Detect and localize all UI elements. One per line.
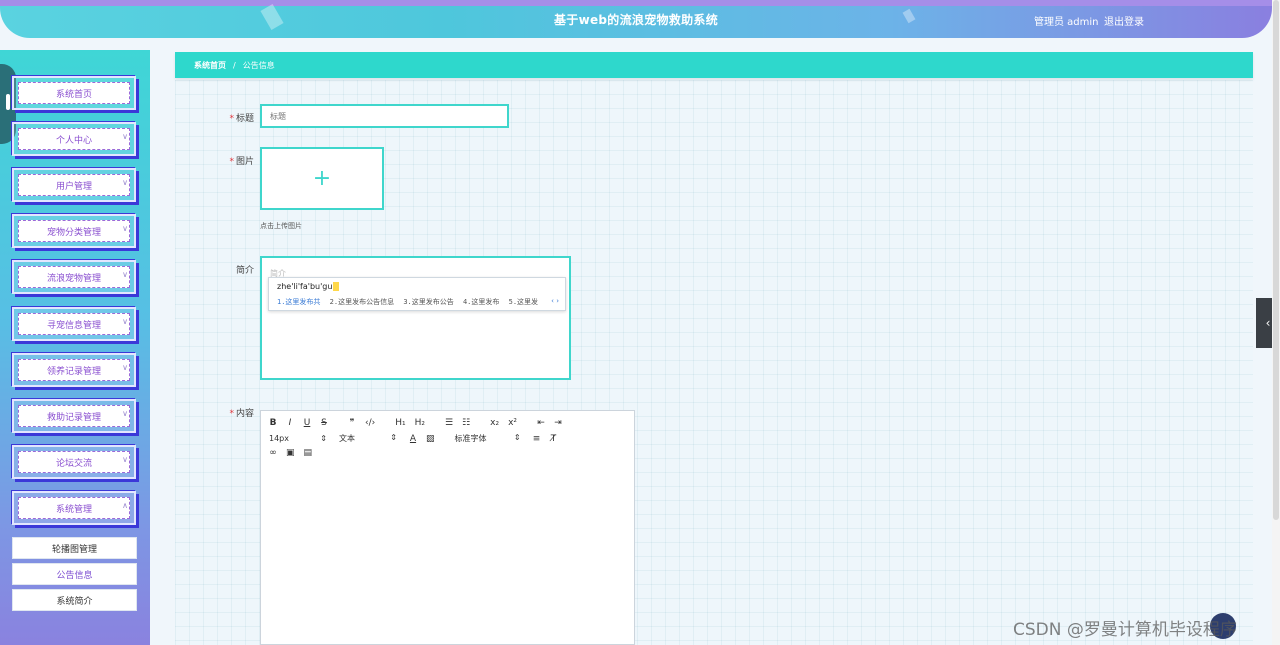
ime-candidate[interactable]: 2.这里发布公告信息 — [330, 298, 394, 306]
sidebar-item-label: 流浪宠物管理 — [46, 273, 101, 284]
image-upload-button[interactable]: + — [260, 147, 384, 210]
sidebar-item-forum[interactable]: 论坛交流 ∨ — [12, 445, 136, 479]
chevron-down-icon: ∨ — [122, 224, 128, 233]
subscript-icon[interactable]: x₂ — [490, 418, 499, 428]
current-user: 管理员 admin — [1034, 17, 1099, 28]
scrollbar[interactable] — [1272, 0, 1280, 645]
content-label: * 内容 — [229, 409, 254, 419]
dropdown-arrow-icon: ⇕ — [320, 434, 327, 443]
font-size-select[interactable]: 14px ⇕ — [269, 434, 327, 443]
ime-candidate-popup: zhe'li'fa'bu'gu 1.这里发布共 2.这里发布公告信息 3.这里发… — [268, 277, 566, 311]
chevron-down-icon: ∨ — [122, 270, 128, 279]
superscript-icon[interactable]: x² — [508, 418, 517, 428]
code-block-icon[interactable]: ‹/› — [365, 418, 375, 428]
heading-2-icon[interactable]: H₂ — [415, 418, 425, 428]
ime-candidate[interactable]: 1.这里发布共 — [277, 298, 320, 306]
breadcrumb-separator: / — [233, 60, 236, 70]
sidebar-subitem-carousel[interactable]: 轮播图管理 — [12, 537, 137, 559]
intro-label: 简介 — [235, 266, 254, 276]
chevron-left-icon: ‹ — [1265, 316, 1271, 330]
underline-icon[interactable]: U — [303, 418, 311, 428]
sidebar-subitem-announcements[interactable]: 公告信息 — [12, 563, 137, 585]
ordered-list-icon[interactable]: ☰ — [445, 418, 453, 428]
title-input[interactable] — [260, 104, 509, 128]
chevron-down-icon: ∨ — [122, 317, 128, 326]
background-color-icon[interactable]: ▨ — [426, 434, 435, 444]
chevron-down-icon: ∨ — [122, 455, 128, 464]
indent-icon[interactable]: ⇥ — [554, 418, 562, 428]
font-family-select[interactable]: 标准字体 ⇕ — [455, 433, 521, 444]
sidebar-item-stray-pets[interactable]: 流浪宠物管理 ∨ — [12, 260, 136, 294]
chevron-up-icon: ∧ — [122, 501, 128, 510]
sidebar-item-label: 救助记录管理 — [46, 412, 101, 423]
sidebar-item-label: 领养记录管理 — [46, 366, 101, 377]
sidebar-subitem-label: 系统简介 — [56, 596, 93, 607]
intro-textarea[interactable]: 简介 — [260, 256, 571, 380]
chevron-down-icon: ∨ — [122, 409, 128, 418]
ime-candidate[interactable]: 5.这里发 — [509, 298, 538, 306]
sidebar-item-label: 寻宠信息管理 — [46, 320, 101, 331]
editor-toolbar-row-3: ∞ ▣ ▤ — [269, 448, 321, 458]
strikethrough-icon[interactable]: S — [320, 418, 328, 428]
link-icon[interactable]: ∞ — [269, 448, 277, 458]
chevron-down-icon: ∨ — [122, 178, 128, 187]
image-label: * 图片 — [229, 157, 254, 167]
sidebar-item-label: 宠物分类管理 — [46, 227, 101, 238]
image-icon[interactable]: ▣ — [286, 448, 295, 458]
sidebar-item-pet-category[interactable]: 宠物分类管理 ∨ — [12, 214, 136, 248]
sidebar-item-rescue-records[interactable]: 救助记录管理 ∨ — [12, 399, 136, 433]
sidebar-item-label: 用户管理 — [55, 181, 92, 192]
heading-1-icon[interactable]: H₁ — [395, 418, 405, 428]
breadcrumb-current: 公告信息 — [242, 60, 275, 70]
sidebar-subitem-label: 公告信息 — [56, 570, 93, 581]
align-icon[interactable]: ≡ — [533, 434, 541, 444]
sidebar-item-system-management[interactable]: 系统管理 ∧ — [12, 491, 136, 525]
chevron-down-icon: ∨ — [122, 132, 128, 141]
header-select[interactable]: 文本 ⇕ — [339, 433, 397, 444]
sidebar-subitem-system-intro[interactable]: 系统简介 — [12, 589, 137, 611]
sidebar-item-adoption-records[interactable]: 领养记录管理 ∨ — [12, 353, 136, 387]
sidebar-item-home[interactable]: 系统首页 — [12, 76, 136, 110]
bullet-list-icon[interactable]: ☷ — [462, 418, 470, 428]
chevron-down-icon: ∨ — [122, 363, 128, 372]
clear-format-icon[interactable]: T̸ — [550, 434, 558, 444]
dropdown-arrow-icon: ⇕ — [390, 433, 397, 442]
logout-link[interactable]: 退出登录 — [1104, 13, 1144, 28]
breadcrumb-home[interactable]: 系统首页 — [194, 60, 226, 71]
editor-toolbar-row-1: B I U S ❞ ‹/› H₁ H₂ ☰ ☷ x₂ x² ⇤ ⇥ — [269, 418, 571, 428]
ime-candidate[interactable]: 3.这里发布公告 — [403, 298, 453, 306]
sidebar-item-label: 系统首页 — [55, 89, 92, 100]
sidebar-item-lost-pet-info[interactable]: 寻宠信息管理 ∨ — [12, 307, 136, 341]
upload-hint: 点击上传图片 — [260, 222, 302, 230]
sidebar-item-label: 系统管理 — [55, 504, 92, 515]
sidebar-item-user-management[interactable]: 用户管理 ∨ — [12, 168, 136, 202]
sidebar-subitem-label: 轮播图管理 — [51, 544, 97, 555]
editor-toolbar-row-2: 14px ⇕ 文本 ⇕ A ▨ 标准字体 ⇕ ≡ T̸ — [269, 433, 567, 444]
ime-page-arrows[interactable]: ‹ › — [551, 297, 559, 305]
title-label: * 标题 — [229, 114, 254, 124]
ime-candidates: 1.这里发布共 2.这里发布公告信息 3.这里发布公告 4.这里发布 5.这里发 — [277, 297, 543, 307]
sidebar-item-label: 论坛交流 — [55, 458, 92, 469]
plus-icon: + — [312, 166, 332, 191]
breadcrumb: 系统首页 / 公告信息 — [175, 52, 1253, 78]
rich-text-editor[interactable]: B I U S ❞ ‹/› H₁ H₂ ☰ ☷ x₂ x² ⇤ ⇥ 14px ⇕ … — [260, 410, 635, 645]
video-icon[interactable]: ▤ — [304, 448, 313, 458]
watermark: CSDN @罗曼计算机毕设程序 — [1013, 620, 1237, 640]
sidebar-item-label: 个人中心 — [55, 135, 92, 146]
top-header: 基于web的流浪宠物救助系统 管理员 admin 退出登录 — [0, 0, 1272, 38]
bold-icon[interactable]: B — [269, 418, 277, 428]
italic-icon[interactable]: I — [286, 418, 294, 428]
ime-composition: zhe'li'fa'bu'gu — [277, 282, 340, 291]
scrollbar-thumb[interactable] — [1273, 0, 1279, 520]
sidebar-item-personal-center[interactable]: 个人中心 ∨ — [12, 122, 136, 156]
font-color-icon[interactable]: A — [409, 434, 417, 444]
outdent-icon[interactable]: ⇤ — [537, 418, 545, 428]
ime-candidate[interactable]: 4.这里发布 — [463, 298, 499, 306]
blockquote-icon[interactable]: ❞ — [348, 418, 356, 428]
text-cursor — [333, 282, 340, 291]
dropdown-arrow-icon: ⇕ — [513, 433, 521, 442]
